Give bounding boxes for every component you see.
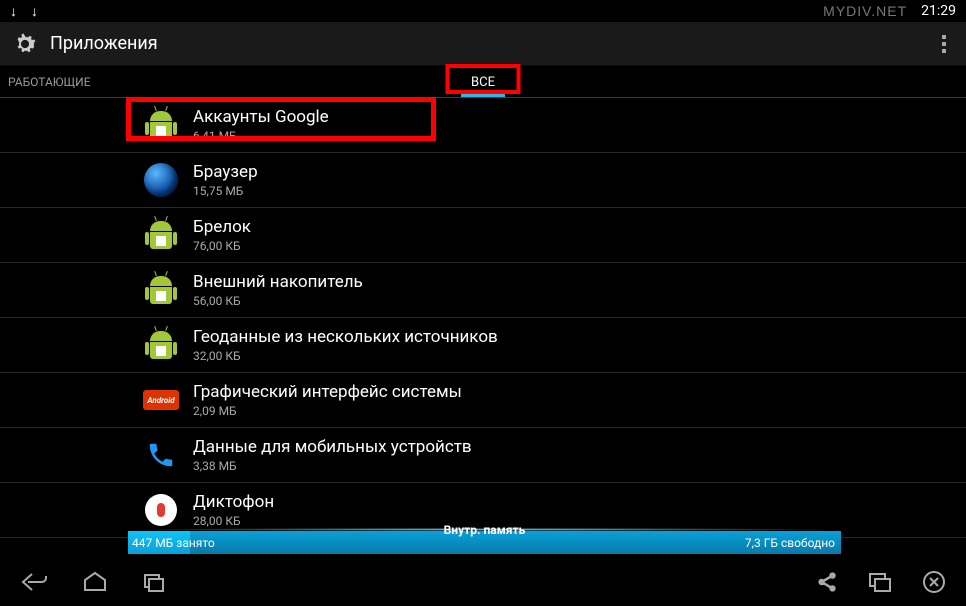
app-row[interactable]: Android Графический интерфейс системы 2,09… bbox=[0, 373, 966, 428]
navigation-bar bbox=[0, 562, 966, 606]
app-name: Внешний накопитель bbox=[193, 272, 363, 292]
app-size: 28,00 КБ bbox=[193, 514, 274, 528]
home-button[interactable] bbox=[82, 571, 108, 597]
app-name: Графический интерфейс системы bbox=[193, 382, 462, 402]
app-size: 56,00 КБ bbox=[193, 294, 363, 308]
tab-all[interactable]: ВСЕ bbox=[461, 71, 505, 97]
app-row[interactable]: Геоданные из нескольких источников 32,00 … bbox=[0, 318, 966, 373]
app-size: 15,75 МБ bbox=[193, 184, 258, 198]
app-icon bbox=[143, 272, 179, 308]
app-size: 2,09 МБ bbox=[193, 404, 462, 418]
page-title: Приложения bbox=[50, 33, 158, 54]
share-icon[interactable] bbox=[816, 571, 838, 597]
app-size: 76,00 КБ bbox=[193, 239, 251, 253]
back-button[interactable] bbox=[20, 571, 48, 597]
storage-free-label: 7,3 ГБ свободно bbox=[745, 536, 841, 550]
storage-used-label: 447 МБ занято bbox=[128, 536, 215, 550]
tab-strip: РАБОТАЮЩИЕ ВСЕ bbox=[0, 66, 966, 98]
screenshot-icon[interactable] bbox=[868, 571, 892, 597]
app-name: Аккаунты Google bbox=[193, 107, 329, 127]
download-arrow-icon: ↓ bbox=[31, 3, 38, 20]
app-name: Диктофон bbox=[193, 492, 274, 512]
app-name: Геоданные из нескольких источников bbox=[193, 327, 498, 347]
app-list[interactable]: Аккаунты Google 6,41 МБ Браузер 15,75 МБ Бре… bbox=[0, 98, 966, 561]
app-icon bbox=[143, 437, 179, 473]
settings-gear-icon[interactable] bbox=[10, 29, 40, 59]
app-icon bbox=[143, 492, 179, 528]
app-icon bbox=[143, 217, 179, 253]
app-name: Браузер bbox=[193, 162, 258, 182]
tab-running[interactable]: РАБОТАЮЩИЕ bbox=[0, 75, 91, 97]
download-indicators: ↓ ↓ bbox=[10, 3, 38, 20]
app-row[interactable]: Внешний накопитель 56,00 КБ bbox=[0, 263, 966, 318]
storage-bar: 447 МБ занято Внутр. память 7,3 ГБ свобо… bbox=[128, 531, 841, 554]
app-icon bbox=[143, 162, 179, 198]
recent-apps-button[interactable] bbox=[142, 571, 166, 597]
app-size: 32,00 КБ bbox=[193, 349, 498, 363]
watermark: MYDIV.NET bbox=[823, 3, 907, 19]
overflow-menu-icon[interactable] bbox=[932, 29, 956, 59]
action-bar: Приложения bbox=[0, 22, 966, 66]
app-size: 3,38 МБ bbox=[193, 459, 472, 473]
app-size: 6,41 МБ bbox=[193, 129, 329, 143]
storage-title: Внутр. память bbox=[444, 523, 526, 537]
close-icon[interactable] bbox=[922, 570, 946, 598]
app-name: Данные для мобильных устройств bbox=[193, 437, 472, 457]
download-arrow-icon: ↓ bbox=[10, 3, 17, 20]
status-bar: ↓ ↓ MYDIV.NET 21:29 bbox=[0, 0, 966, 22]
app-icon bbox=[143, 327, 179, 363]
app-row[interactable]: Аккаунты Google 6,41 МБ bbox=[0, 98, 966, 153]
app-row[interactable]: Данные для мобильных устройств 3,38 МБ bbox=[0, 428, 966, 483]
app-row[interactable]: Брелок 76,00 КБ bbox=[0, 208, 966, 263]
app-icon: Android bbox=[143, 382, 179, 418]
app-name: Брелок bbox=[193, 217, 251, 237]
app-icon bbox=[143, 107, 179, 143]
app-row[interactable]: Браузер 15,75 МБ bbox=[0, 153, 966, 208]
clock: 21:29 bbox=[921, 3, 956, 19]
